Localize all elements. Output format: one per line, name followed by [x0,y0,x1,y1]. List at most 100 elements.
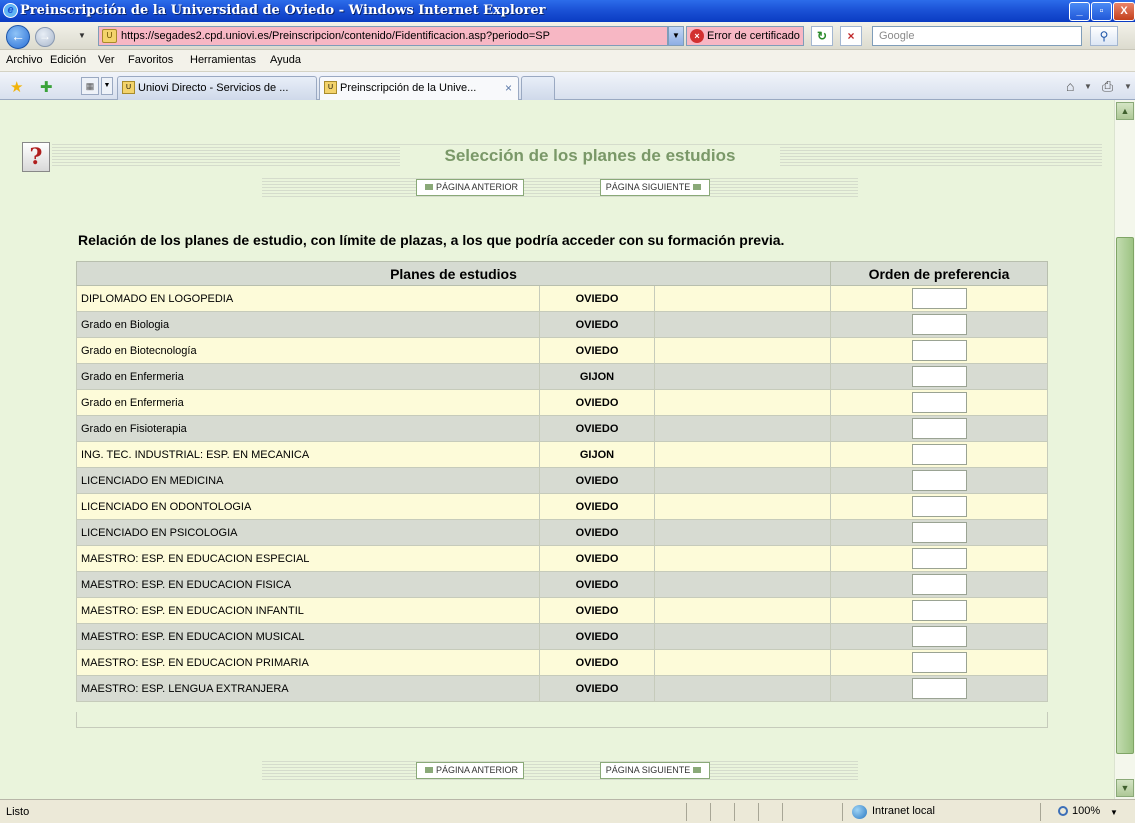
zoom-dropdown-icon[interactable]: ▼ [1110,808,1118,817]
table-row: ING. TEC. INDUSTRIAL: ESP. EN MECANICA GI… [76,441,1048,468]
print-dropdown-icon[interactable]: ▼ [1124,82,1132,91]
empty-cell [654,623,831,650]
preference-input[interactable] [911,340,967,361]
empty-cell [654,441,831,468]
preference-input[interactable] [911,366,967,387]
search-placeholder: Google [879,30,915,42]
plan-name: Grado en Enfermeria [76,389,540,416]
search-input[interactable]: Google [872,26,1082,46]
plan-name: Grado en Enfermeria [76,363,540,390]
address-text: https://segades2.cpd.uniovi.es/Preinscri… [121,30,550,42]
preference-input[interactable] [911,470,967,491]
col-header-preference: Orden de preferencia [830,261,1048,286]
preference-input[interactable] [911,652,967,673]
table-row: Grado en Enfermeria OVIEDO [76,389,1048,416]
forward-button[interactable]: → [35,27,55,47]
security-zone[interactable]: Intranet local [852,805,935,819]
refresh-icon[interactable]: ↻ [811,26,833,46]
menu-archivo[interactable]: Archivo [6,54,43,66]
plan-city: OVIEDO [539,415,655,442]
history-dropdown-icon[interactable]: ▼ [78,31,86,40]
preference-input[interactable] [911,314,967,335]
home-icon[interactable]: ⌂ [1066,78,1074,94]
preference-cell [830,597,1048,624]
prev-page-button-bottom[interactable]: PÁGINA ANTERIOR [416,762,524,779]
nav-stripes-bottom [262,761,858,781]
zoom-control[interactable]: 100% [1058,805,1100,817]
maximize-button[interactable]: ▫ [1091,2,1112,21]
scroll-down-icon[interactable]: ▼ [1116,779,1134,797]
next-page-button-top[interactable]: PÁGINA SIGUIENTE [600,179,710,196]
preference-cell [830,285,1048,312]
address-input[interactable]: U https://segades2.cpd.uniovi.es/Preinsc… [98,26,668,46]
home-dropdown-icon[interactable]: ▼ [1084,82,1092,91]
certificate-error-button[interactable]: × Error de certificado [686,26,804,46]
zoom-icon [1058,806,1068,816]
empty-cell [654,389,831,416]
minimize-button[interactable]: _ [1069,2,1090,21]
plan-city: OVIEDO [539,571,655,598]
plan-city: OVIEDO [539,597,655,624]
back-button[interactable]: ← [6,25,30,49]
stop-icon[interactable]: × [840,26,862,46]
preference-input[interactable] [911,678,967,699]
preference-input[interactable] [911,496,967,517]
plan-name: MAESTRO: ESP. EN EDUCACION PRIMARIA [76,649,540,676]
menu-ayuda[interactable]: Ayuda [270,54,301,66]
table-row: LICENCIADO EN MEDICINA OVIEDO [76,467,1048,494]
empty-cell [654,571,831,598]
table-row: MAESTRO: ESP. EN EDUCACION ESPECIAL OVIED… [76,545,1048,572]
search-icon[interactable]: ⚲ [1090,26,1118,46]
preference-input[interactable] [911,574,967,595]
vertical-scrollbar[interactable]: ▲ ▼ [1114,100,1135,799]
table-row: Grado en Fisioterapia OVIEDO [76,415,1048,442]
menu-edicion[interactable]: Edición [50,54,86,66]
address-dropdown-icon[interactable]: ▼ [668,26,684,46]
plan-city: OVIEDO [539,493,655,520]
preference-input[interactable] [911,522,967,543]
print-icon[interactable]: ⎙ [1102,78,1113,95]
next-page-label: PÁGINA SIGUIENTE [605,765,691,775]
plan-name: MAESTRO: ESP. LENGUA EXTRANJERA [76,675,540,702]
close-button[interactable]: X [1113,2,1135,21]
table-footer [76,712,1048,728]
next-page-button-bottom[interactable]: PÁGINA SIGUIENTE [600,762,710,779]
preference-input[interactable] [911,444,967,465]
preference-input[interactable] [911,600,967,621]
status-divider [842,803,843,821]
quick-tabs-icon[interactable]: ▦ [81,77,99,95]
table-row: Grado en Biotecnología OVIEDO [76,337,1048,364]
next-page-label: PÁGINA SIGUIENTE [605,182,691,192]
preference-input[interactable] [911,548,967,569]
plan-city: GIJON [539,363,655,390]
empty-cell [654,337,831,364]
zone-label: Intranet local [872,805,935,817]
scroll-thumb[interactable] [1116,237,1134,754]
preference-input[interactable] [911,392,967,413]
preference-input[interactable] [911,288,967,309]
menu-favoritos[interactable]: Favoritos [128,54,173,66]
menu-ver[interactable]: Ver [98,54,115,66]
favorites-star-icon[interactable]: ★ [10,78,23,96]
new-tab-button[interactable] [521,76,555,100]
tab-preinscripcion[interactable]: U Preinscripción de la Unive... × [319,76,519,100]
window-title-bar[interactable]: e Preinscripción de la Universidad de Ov… [0,0,1135,22]
menu-herramientas[interactable]: Herramientas [190,54,256,66]
plan-city: OVIEDO [539,519,655,546]
tab-uniovi-directo[interactable]: U Uniovi Directo - Servicios de ... [117,76,317,100]
window-title: Preinscripción de la Universidad de Ovie… [20,3,546,18]
preference-input[interactable] [911,626,967,647]
tab-list-dropdown-icon[interactable]: ▼ [101,77,113,95]
close-tab-icon[interactable]: × [505,77,512,99]
scroll-up-icon[interactable]: ▲ [1116,102,1134,120]
plan-city: OVIEDO [539,623,655,650]
preference-cell [830,493,1048,520]
preference-input[interactable] [911,418,967,439]
add-favorite-icon[interactable]: ✚ [40,78,53,96]
table-row: MAESTRO: ESP. EN EDUCACION MUSICAL OVIEDO [76,623,1048,650]
help-icon[interactable]: ? [22,142,50,172]
prev-page-button-top[interactable]: PÁGINA ANTERIOR [416,179,524,196]
certificate-error-label: Error de certificado [707,30,800,42]
plan-city: GIJON [539,441,655,468]
prev-page-label: PÁGINA ANTERIOR [435,765,519,775]
